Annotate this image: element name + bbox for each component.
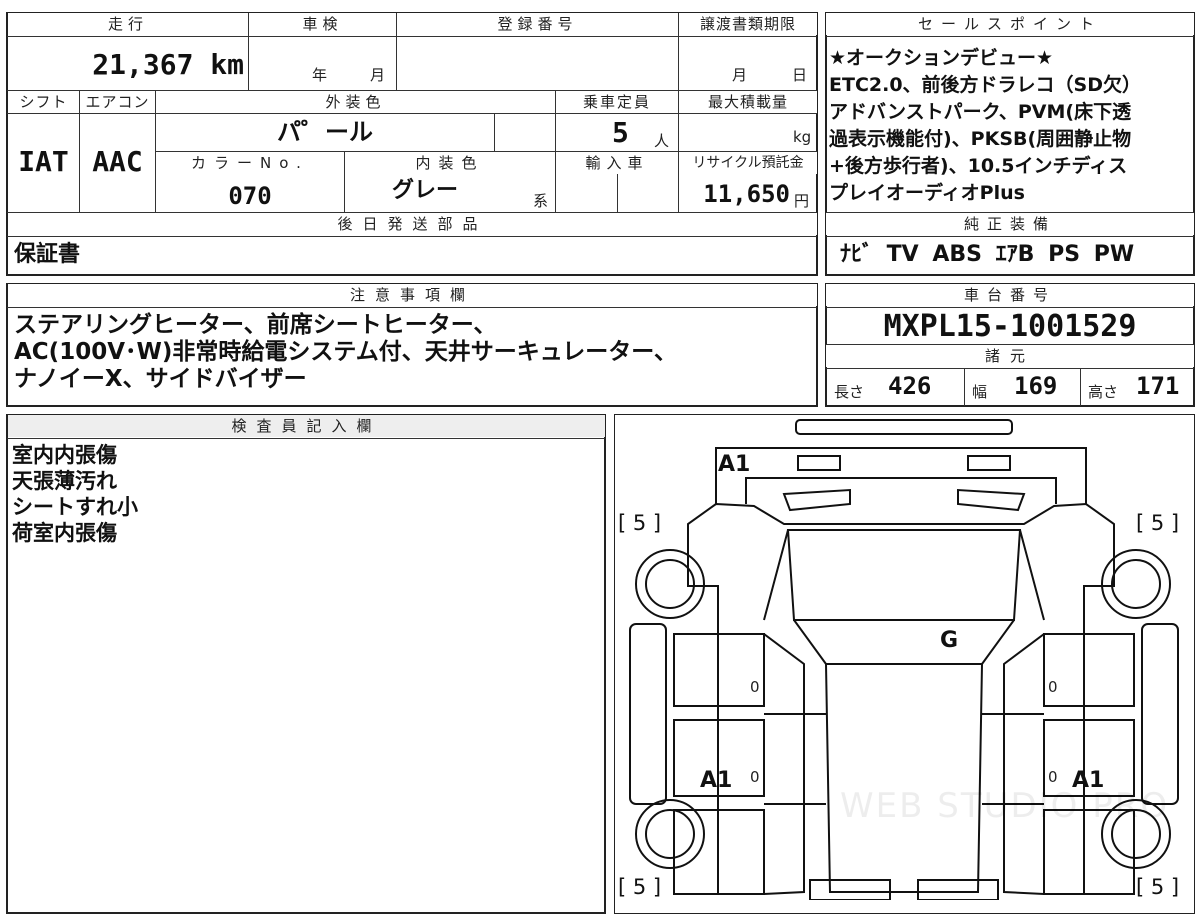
sales-point-line: 過表示機能付)、PKSB(周囲静止物 (829, 128, 1132, 150)
exterior-color-label: 外装色 (156, 91, 555, 113)
registration-label: 登録番号 (397, 13, 678, 35)
capacity-label: 乗車定員 (556, 91, 678, 113)
notes-list: ステアリングヒーター、前席シートヒーター、 AC(100V･W)非常時給電システ… (14, 312, 814, 393)
shift-value: IAT (18, 145, 69, 178)
inspector-comment: 荷室内張傷 (12, 521, 117, 545)
chassis-label: 車台番号 (826, 284, 1194, 306)
tire-mark-rear-right: [ 5 ] (1136, 875, 1180, 899)
ac-label: エアコン (80, 91, 155, 113)
later-parts-value: 保証書 (14, 242, 81, 267)
door-mark-0: 0 (1048, 768, 1058, 786)
max-load-unit: kg (793, 128, 812, 146)
transfer-deadline-label: 譲渡書類期限 (679, 13, 817, 35)
inspection-label: 車検 (249, 13, 396, 35)
width-label: 幅 (972, 383, 988, 401)
inspection-year: 年 (312, 66, 328, 84)
width-value: 169 (1014, 372, 1058, 400)
sales-point-line: ETC2.0、前後方ドラレコ（SD欠） (829, 74, 1141, 96)
front-body-outline (715, 447, 1087, 504)
length-label: 長さ (834, 383, 865, 401)
interior-color-suffix: 系 (533, 192, 549, 210)
mileage-value: 21,367 km (92, 48, 244, 81)
recycle-deposit-value: 11,650 (703, 180, 790, 208)
front-bumper-strip (795, 419, 1013, 435)
color-no-label: カラーNo. (156, 152, 344, 174)
chassis-number: MXPL15-1001529 (883, 309, 1137, 344)
windshield-outline (786, 529, 1022, 621)
notes-label: 注意事項欄 (8, 284, 817, 306)
inspector-comment: 室内内張傷 (12, 443, 117, 467)
recycle-deposit-label: リサイクル預託金 (679, 152, 817, 174)
body-outline (687, 502, 1115, 894)
max-load-label: 最大積載量 (679, 91, 817, 113)
tire-mark-front-right: [ 5 ] (1136, 511, 1180, 535)
transfer-month: 月 (732, 66, 748, 84)
exterior-color-value: パ゜ール (277, 118, 373, 146)
car-diagram (629, 419, 1179, 900)
interior-color-label: 内装色 (345, 152, 555, 174)
color-no-value: 070 (228, 182, 272, 210)
specs-label: 諸元 (826, 345, 1194, 367)
inspector-comment: シートすれ小 (12, 495, 138, 519)
import-car-label: 輸入車 (556, 152, 678, 174)
note-line: ナノイーX、サイドバイザー (14, 366, 307, 392)
watermark: WEB STUDIO PRO (840, 786, 1170, 826)
height-value: 171 (1136, 372, 1180, 400)
inspector-comments: 室内内張傷 天張薄汚れ シートすれ小 荷室内張傷 (12, 442, 138, 546)
capacity-unit: 人 (654, 132, 670, 150)
mileage-label: 走行 (8, 13, 248, 35)
sales-points-list: ★オークションデビュー★ ETC2.0、前後方ドラレコ（SD欠） アドバンストパ… (829, 45, 1193, 207)
ac-value: AAC (92, 145, 143, 178)
sales-points-label: セールスポイント (826, 13, 1194, 35)
sales-point-line: ★オークションデビュー★ (829, 47, 1054, 69)
note-line: AC(100V･W)非常時給電システム付、天井サーキュレーター、 (14, 339, 678, 365)
shift-label: シフト (8, 91, 79, 113)
genuine-equipment-value: ﾅﾋﾞ TV ABS ｴｱB PS PW (840, 242, 1135, 267)
note-line: ステアリングヒーター、前席シートヒーター、 (14, 312, 497, 338)
tire-mark-front-left: [ 5 ] (618, 511, 662, 535)
interior-color-value: グレー (391, 178, 458, 203)
inspector-label: 検査員記入欄 (8, 415, 605, 437)
roof-outline (824, 663, 984, 893)
sales-point-line: +後方歩行者)、10.5インチディス (829, 155, 1128, 177)
capacity-value: 5 (612, 116, 629, 149)
transfer-day: 日 (792, 66, 808, 84)
door-mark-0: 0 (750, 768, 760, 786)
mark-rear-left: A1 (700, 768, 733, 793)
height-label: 高さ (1088, 383, 1119, 401)
inspection-month: 月 (370, 66, 386, 84)
tire-mark-rear-left: [ 5 ] (618, 875, 662, 899)
door-mark-0: 0 (750, 678, 760, 696)
mark-windshield: G (940, 628, 959, 653)
length-value: 426 (888, 372, 932, 400)
sales-point-line: プレイオーディオPlus (829, 182, 1025, 204)
genuine-equipment-label: 純正装備 (826, 213, 1194, 235)
mark-front-bumper: A1 (718, 452, 751, 477)
door-mark-0: 0 (1048, 678, 1058, 696)
inspector-comment: 天張薄汚れ (12, 469, 117, 493)
sales-point-line: アドバンストパーク、PVM(床下透 (829, 101, 1132, 123)
later-parts-label: 後日発送部品 (8, 213, 817, 235)
recycle-deposit-unit: 円 (794, 192, 810, 210)
